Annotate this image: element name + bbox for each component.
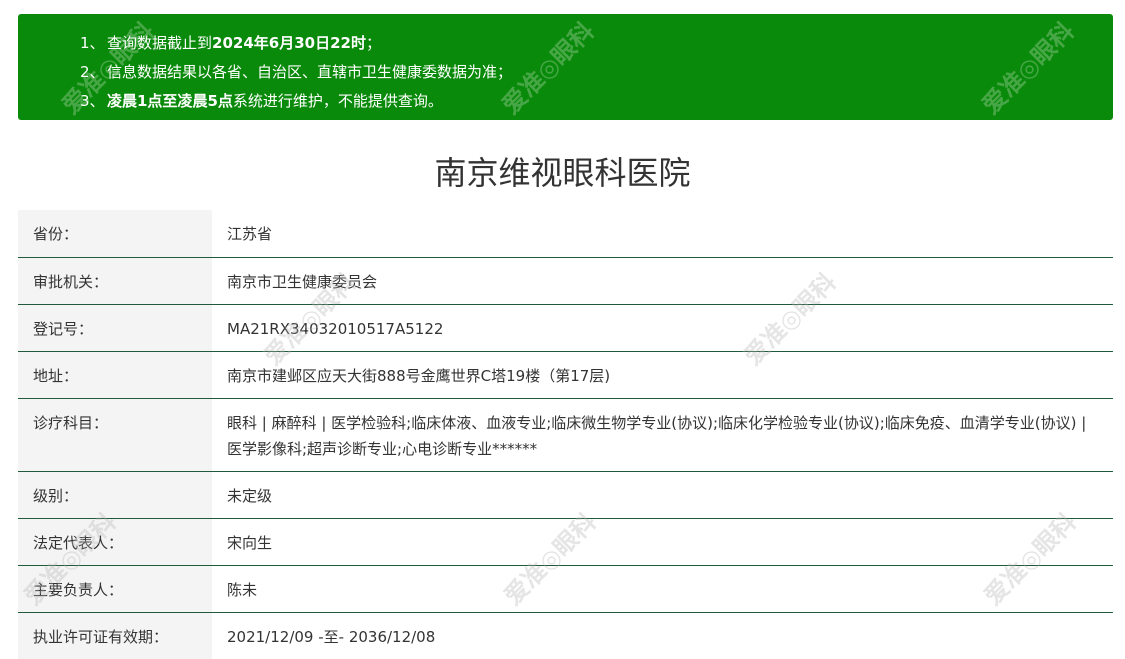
notice-number: 1、 — [80, 34, 105, 52]
row-value-license-validity: 2021/12/09 -至- 2036/12/08 — [227, 627, 436, 646]
notice-line-1: 1、 查询数据截止到2024年6月30日22时； — [80, 29, 1113, 58]
notice-number: 3、 — [80, 92, 105, 110]
notice-text: 信息数据结果以各省、自治区、直辖市卫生健康委数据为准； — [107, 63, 513, 81]
row-label-principal: 主要负责人： — [18, 565, 212, 612]
row-label-legal-rep: 法定代表人： — [18, 518, 212, 565]
notice-banner: 1、 查询数据截止到2024年6月30日22时； 2、 信息数据结果以各省、自治区、… — [18, 14, 1113, 120]
row-label-address: 地址： — [18, 351, 212, 398]
notice-text-suffix: 系统进行维护，不能提供查询。 — [232, 92, 443, 110]
notice-text-suffix: ； — [365, 34, 381, 52]
notice-text: 查询数据截止到 — [107, 34, 213, 52]
row-label-authority: 审批机关： — [18, 257, 212, 304]
notice-bold-text: 凌晨1点至凌晨5点 — [107, 92, 233, 110]
row-label-province: 省份： — [18, 210, 212, 257]
table-row: 主要负责人： 陈未 — [18, 565, 1113, 612]
table-row: 审批机关： 南京市卫生健康委员会 — [18, 257, 1113, 304]
row-value-principal: 陈未 — [227, 580, 258, 599]
row-value-registration: MA21RX34032010517A5122 — [227, 319, 444, 338]
table-row: 登记号： MA21RX34032010517A5122 — [18, 304, 1113, 351]
row-label-level: 级别： — [18, 471, 212, 518]
page-title: 南京维视眼科医院 — [434, 154, 691, 192]
table-row: 诊疗科目： 眼科 | 麻醉科 | 医学检验科;临床体液、血液专业;临床微生物学专… — [18, 398, 1113, 471]
row-label-registration: 登记号： — [18, 304, 212, 351]
row-value-authority: 南京市卫生健康委员会 — [227, 272, 378, 291]
table-row: 法定代表人： 宋向生 — [18, 518, 1113, 565]
notice-bold-text: 2024年6月30日22时 — [212, 34, 366, 52]
row-value-province: 江苏省 — [227, 225, 273, 243]
table-row: 省份： 江苏省 — [18, 210, 1113, 257]
row-label-license-validity: 执业许可证有效期： — [18, 612, 212, 659]
table-row: 地址： 南京市建邺区应天大街888号金鹰世界C塔19楼（第17层) — [18, 351, 1113, 398]
row-value-level: 未定级 — [227, 486, 273, 505]
table-row: 执业许可证有效期： 2021/12/09 -至- 2036/12/08 — [18, 612, 1113, 659]
notice-line-2: 2、 信息数据结果以各省、自治区、直辖市卫生健康委数据为准； — [80, 58, 1113, 87]
hospital-info-table: 省份： 江苏省 审批机关： 南京市卫生健康委员会 登记号： MA21RX3403… — [18, 210, 1113, 659]
notice-number: 2、 — [80, 63, 105, 81]
row-value-legal-rep: 宋向生 — [227, 533, 273, 552]
row-label-departments: 诊疗科目： — [18, 398, 212, 471]
row-value-address: 南京市建邺区应天大街888号金鹰世界C塔19楼（第17层) — [227, 366, 611, 385]
notice-line-3: 3、 凌晨1点至凌晨5点系统进行维护，不能提供查询。 — [80, 87, 1113, 116]
row-value-departments: 眼科 | 麻醉科 | 医学检验科;临床体液、血液专业;临床微生物学专业(协议);… — [227, 413, 1087, 458]
table-row: 级别： 未定级 — [18, 471, 1113, 518]
